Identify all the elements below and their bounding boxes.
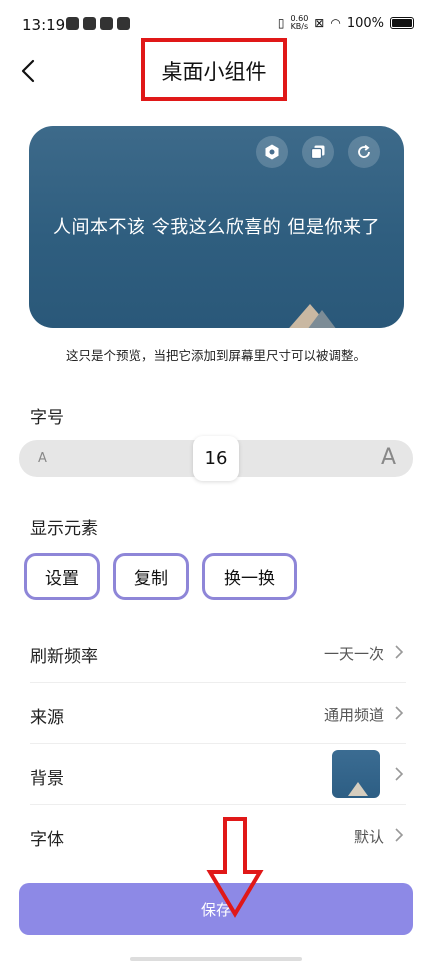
- settings-list: 刷新频率 一天一次 来源 通用频道 背景 字体 默认: [30, 622, 406, 866]
- row-value: 通用频道: [323, 706, 384, 724]
- refresh-icon[interactable]: [348, 136, 380, 168]
- chip-shuffle[interactable]: 换一换: [202, 553, 297, 600]
- font-size-value: 16: [204, 448, 228, 469]
- preview-quote: 人间本不该 令我这么欣喜的 但是你来了: [53, 217, 380, 238]
- font-size-label: 字号: [30, 408, 64, 428]
- preview-hint: 这只是个预览，当把它添加到屏幕里尺寸可以被调整。: [65, 348, 366, 363]
- chevron-right-icon: [395, 767, 404, 781]
- save-button[interactable]: 保存: [19, 883, 413, 935]
- row-label: 背景: [30, 769, 64, 789]
- row-label: 字体: [30, 830, 64, 850]
- copy-icon[interactable]: [302, 136, 334, 168]
- notification-app-icon: [66, 17, 79, 30]
- chevron-right-icon: [395, 645, 404, 659]
- display-elements-chips: 设置 复制 换一换: [24, 553, 297, 600]
- chevron-right-icon: [395, 706, 404, 720]
- background-thumbnail: [332, 750, 380, 798]
- display-elements-label: 显示元素: [30, 519, 98, 539]
- vibrate-icon: ▯: [277, 16, 285, 30]
- row-label: 来源: [30, 708, 64, 728]
- slider-min-label: A: [38, 451, 47, 466]
- slider-thumb[interactable]: 16: [193, 436, 239, 481]
- row-font[interactable]: 字体 默认: [30, 805, 406, 866]
- row-background[interactable]: 背景: [30, 744, 406, 805]
- battery-text: 100%: [346, 15, 384, 31]
- settings-icon[interactable]: [256, 136, 288, 168]
- back-button[interactable]: [14, 56, 44, 86]
- tiktok-icon: [117, 17, 130, 30]
- chevron-left-icon: [21, 59, 35, 83]
- status-time: 13:19: [22, 16, 66, 34]
- row-label: 刷新频率: [30, 647, 98, 667]
- slider-max-label: A: [380, 445, 396, 470]
- chevron-right-icon: [395, 828, 404, 842]
- chip-settings[interactable]: 设置: [24, 553, 100, 600]
- title-highlight-box: 桌面小组件: [141, 38, 287, 101]
- wifi-icon: ◠: [330, 16, 341, 30]
- status-indicators: ▯ 0.60 KB/s ⊠ ◠ 100%: [278, 15, 414, 31]
- row-refresh-frequency[interactable]: 刷新频率 一天一次: [30, 622, 406, 683]
- network-speed: 0.60 KB/s: [290, 14, 309, 31]
- no-sim-icon: ⊠: [314, 16, 325, 30]
- page-title: 桌面小组件: [161, 60, 267, 84]
- preview-icon-row: [256, 136, 380, 168]
- row-value: 默认: [353, 828, 384, 846]
- home-indicator: [130, 957, 302, 961]
- widget-preview-card: 人间本不该 令我这么欣喜的 但是你来了: [29, 126, 404, 328]
- row-value: 一天一次: [323, 645, 384, 663]
- notification-app-icon: [83, 17, 96, 30]
- battery-icon: [390, 17, 414, 29]
- row-source[interactable]: 来源 通用频道: [30, 683, 406, 744]
- notification-app-icon: [100, 17, 113, 30]
- font-size-slider[interactable]: A A 16: [19, 436, 413, 481]
- chip-copy[interactable]: 复制: [113, 553, 189, 600]
- status-app-icons: [66, 17, 130, 30]
- mountain-image: [304, 310, 340, 328]
